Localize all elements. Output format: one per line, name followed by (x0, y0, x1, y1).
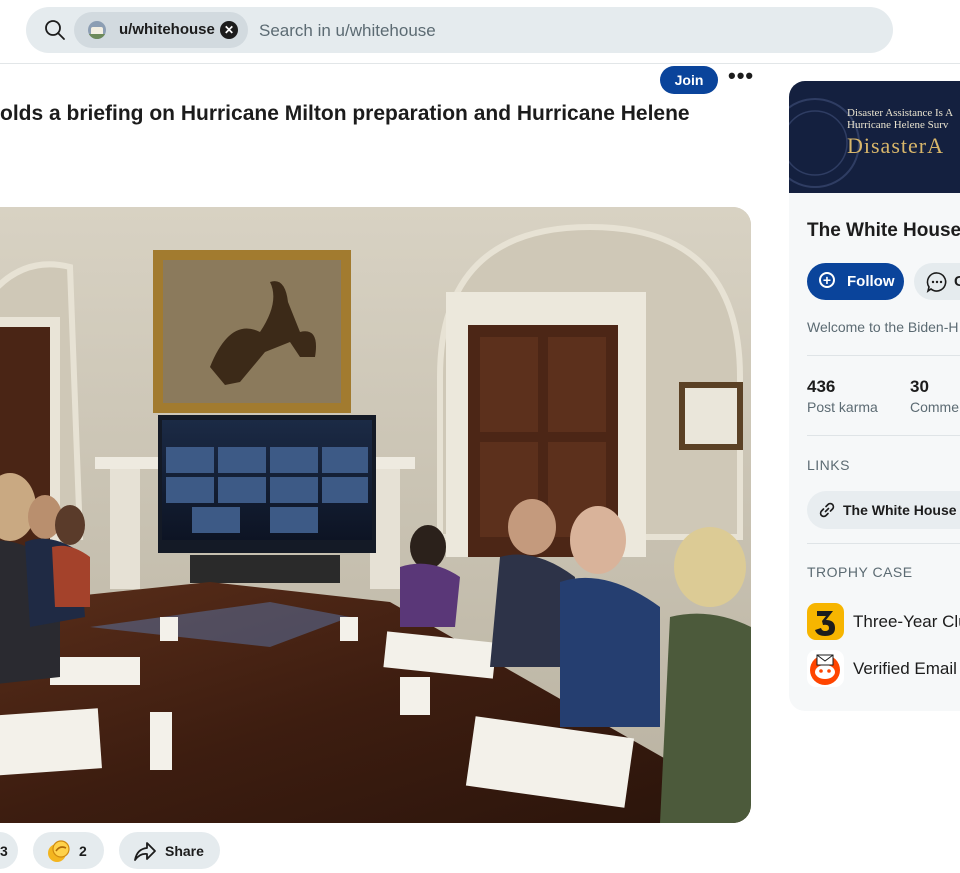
briefing-room-photo (0, 207, 751, 823)
more-options-icon[interactable]: ••• (728, 65, 754, 92)
chat-icon (926, 272, 947, 293)
comment-karma-value: 30 (910, 377, 929, 396)
follow-button[interactable]: + Follow (807, 263, 904, 300)
post-title[interactable]: olds a briefing on Hurricane Milton prep… (0, 102, 690, 126)
award-count: 2 (79, 843, 87, 859)
link-label: The White House (843, 502, 957, 518)
share-button[interactable]: Share (119, 832, 220, 869)
plus-icon: + (819, 272, 835, 288)
clear-chip-icon[interactable]: ✕ (220, 21, 238, 39)
profile-sidebar: Disaster Assistance Is A Hurricane Helen… (789, 81, 960, 711)
profile-name: The White House (807, 220, 960, 241)
link-icon (819, 502, 835, 518)
divider (807, 355, 960, 356)
chip-label: u/whitehouse (119, 21, 215, 38)
community-filter-chip[interactable]: u/whitehouse ✕ (74, 12, 248, 48)
trophy-case-header: TROPHY CASE (807, 564, 913, 580)
search-input[interactable] (257, 15, 861, 47)
profile-description: Welcome to the Biden-H (807, 319, 959, 335)
banner-line-1: Disaster Assistance Is A (847, 107, 954, 119)
trophy-verified-email: Verified Email (853, 659, 957, 678)
award-icon (48, 840, 70, 862)
post-karma-value: 436 (807, 377, 836, 396)
post-karma-label: Post karma (807, 399, 878, 415)
verified-email-icon (807, 650, 844, 687)
search-icon[interactable] (44, 19, 66, 41)
chat-label: C (954, 273, 960, 290)
banner-line-2: Hurricane Helene Surv (847, 119, 949, 131)
banner-title: DisasterA (847, 133, 944, 158)
follow-label: Follow (847, 273, 895, 290)
search-bar[interactable]: u/whitehouse ✕ (26, 7, 893, 53)
join-button[interactable]: Join (660, 66, 718, 94)
divider (807, 435, 960, 436)
post-image[interactable] (0, 207, 751, 823)
links-header: LINKS (807, 457, 850, 473)
profile-banner: Disaster Assistance Is A Hurricane Helen… (789, 81, 960, 193)
three-year-club-icon (807, 603, 844, 640)
link-whitehouse[interactable]: The White House (807, 491, 960, 529)
chat-button[interactable]: C (914, 263, 960, 300)
comment-karma-label: Comme (910, 399, 960, 415)
trophy-three-year-club: Three-Year Clu (853, 612, 960, 631)
divider (807, 543, 960, 544)
share-label: Share (165, 843, 204, 859)
vote-score[interactable]: 3 (0, 832, 18, 869)
top-bar: u/whitehouse ✕ (0, 0, 960, 64)
score-count: 3 (0, 843, 8, 859)
share-icon (134, 842, 156, 861)
award-button[interactable]: 2 (33, 832, 104, 869)
whitehouse-avatar (88, 21, 106, 39)
